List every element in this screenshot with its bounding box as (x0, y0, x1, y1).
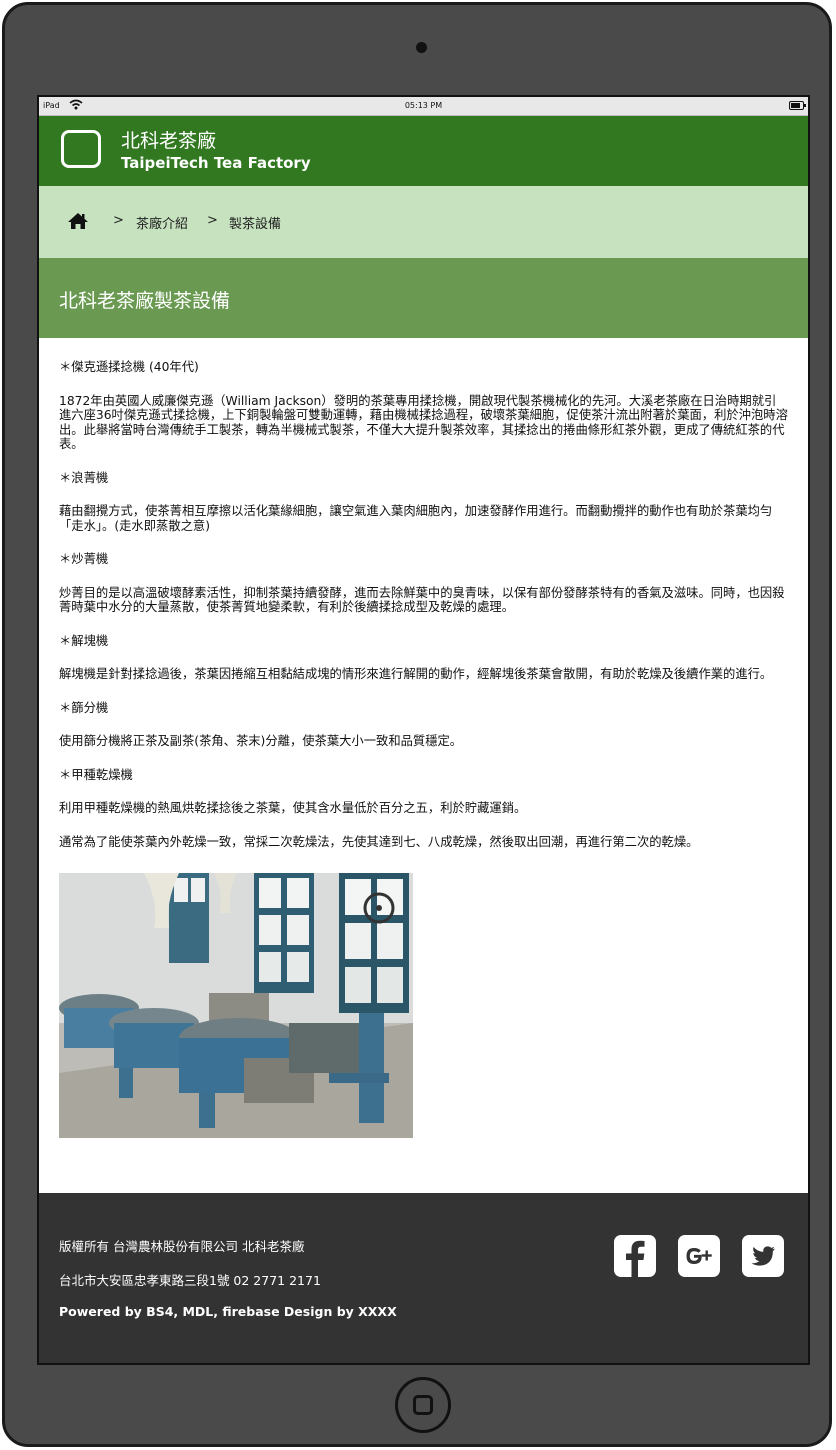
breadcrumb-item-equipment[interactable]: 製茶設備 (229, 213, 281, 232)
status-time: 05:13 PM (404, 101, 443, 110)
camera-icon (416, 42, 427, 53)
section-heading: ＊解塊機 (59, 633, 109, 648)
tablet-frame: iPad 05:13 PM 北科老茶廠 TaipeiTech Tea Facto… (2, 2, 832, 1447)
section-paragraph: 炒菁目的是以高溫破壞酵素活性，抑制茶葉持續發酵，進而去除鮮葉中的臭青味，以保有部… (59, 585, 785, 615)
section-paragraph: 1872年由英國人威廉傑克遜（William Jackson）發明的茶葉專用揉捻… (59, 393, 788, 452)
section-paragraph: 通常為了能使茶葉內外乾燥一致，常採二次乾燥法，先使其達到七、八成乾燥，然後取出回… (59, 834, 699, 849)
google-plus-icon[interactable] (678, 1235, 720, 1277)
app-subtitle: TaipeiTech Tea Factory (121, 154, 311, 172)
article-content: ＊傑克遜揉捻機 (40年代) 1872年由英國人威廉傑克遜（William Ja… (39, 338, 808, 1138)
home-button-glyph (413, 1395, 433, 1415)
section-heading: ＊篩分機 (59, 700, 109, 715)
footer-powered-by: Powered by BS4, MDL, firebase Design by … (59, 1304, 397, 1319)
home-icon[interactable] (67, 212, 89, 234)
app-title: 北科老茶廠 (121, 130, 217, 152)
breadcrumb-item-about[interactable]: 茶廠介紹 (136, 213, 188, 232)
section-heading: ＊炒菁機 (59, 552, 109, 566)
section-heading: ＊浪菁機 (59, 470, 109, 485)
tea-machinery-photo (59, 873, 413, 1138)
footer-address: 台北市大安區忠孝東路三段1號 02 2771 2171 (59, 1273, 321, 1288)
section-paragraph: 利用甲種乾燥機的熱風烘乾揉捻後之茶葉，使其含水量低於百分之五，利於貯藏運銷。 (59, 801, 527, 815)
section-heading: ＊甲種乾燥機 (59, 767, 133, 782)
section-heading: ＊傑克遜揉捻機 (40年代) (59, 360, 199, 374)
home-button[interactable] (395, 1377, 451, 1433)
footer-copyright: 版權所有 台灣農林股份有限公司 北科老茶廠 (59, 1239, 305, 1254)
twitter-icon[interactable] (742, 1235, 784, 1277)
logo-icon[interactable] (61, 130, 101, 168)
screen: iPad 05:13 PM 北科老茶廠 TaipeiTech Tea Facto… (37, 95, 810, 1365)
section-paragraph: 藉由翻攪方式，使茶菁相互摩擦以活化葉緣細胞，讓空氣進入葉肉細胞內，加速發酵作用進… (59, 504, 773, 533)
page-title: 北科老茶廠製茶設備 (59, 290, 231, 312)
breadcrumb: > 茶廠介紹 > 製茶設備 (39, 186, 808, 258)
status-bar: iPad 05:13 PM (39, 97, 808, 116)
facebook-icon[interactable] (614, 1235, 656, 1277)
breadcrumb-separator: > (113, 213, 124, 228)
battery-icon (789, 101, 806, 110)
section-paragraph: 解塊機是針對揉捻過後，茶葉因捲縮互相黏結成塊的情形來進行解開的動作，經解塊後茶葉… (59, 667, 773, 681)
breadcrumb-separator: > (207, 213, 218, 228)
footer: 版權所有 台灣農林股份有限公司 北科老茶廠 台北市大安區忠孝東路三段1號 02 … (39, 1193, 808, 1363)
page-banner: 北科老茶廠製茶設備 (39, 258, 808, 338)
section-paragraph: 使用篩分機將正茶及副茶(茶角、茶末)分離，使茶葉大小一致和品質穩定。 (59, 734, 463, 748)
app-header: 北科老茶廠 TaipeiTech Tea Factory (39, 116, 808, 186)
